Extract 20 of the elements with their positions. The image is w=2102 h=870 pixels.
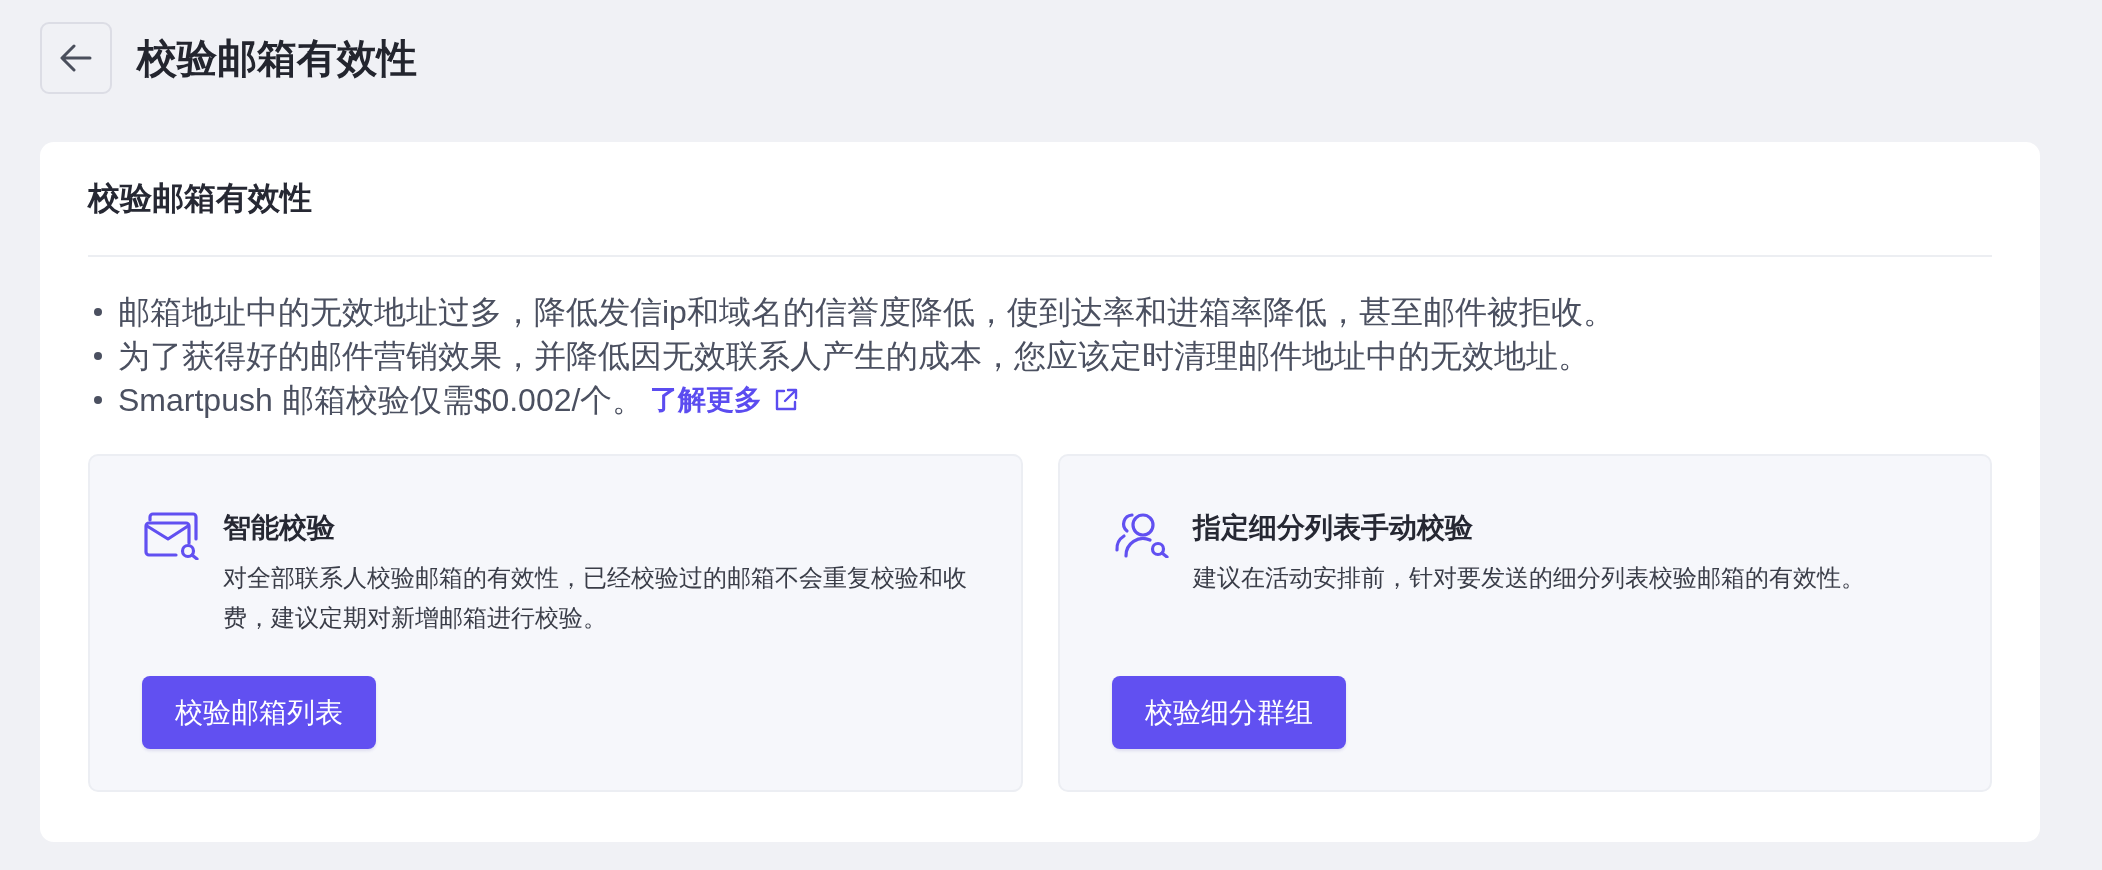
card-title: 校验邮箱有效性 xyxy=(88,179,313,218)
verify-button[interactable]: 校验邮箱列表 xyxy=(142,676,376,749)
bullet-text: 为了获得好的邮件营销效果，并降低因无效联系人产生的成本，您应该定时清理邮件地址中的无效地址。 xyxy=(118,337,1590,376)
left-arrow-icon xyxy=(60,44,92,72)
bullet-text: 邮箱地址中的无效地址过多，降低发信ip和域名的信誉度降低，使到达率和进箱率降低，甚至邮件被拒收。 xyxy=(118,293,1615,332)
learn-more-link[interactable]: 了解更多 xyxy=(650,378,799,422)
bullet-dot-icon xyxy=(94,352,102,360)
verify-button[interactable]: 校验细分群组 xyxy=(1111,676,1346,749)
bullet-dot-icon xyxy=(94,308,102,316)
back-button[interactable] xyxy=(40,22,112,94)
option-description: 建议在活动安排前，针对要发送的细分列表校验邮箱的有效性。 xyxy=(1192,563,1866,593)
option-title: 指定细分列表手动校验 xyxy=(1192,511,1474,545)
bullet-dot-icon xyxy=(94,396,102,404)
external-link-icon xyxy=(774,388,799,412)
option-description: 对全部联系人校验邮箱的有效性，已经校验过的邮箱不会重复校验和收费，建议定期对新增邮箱进行校验。 xyxy=(223,563,968,633)
envelope-search-icon xyxy=(144,512,200,560)
page-title: 校验邮箱有效性 xyxy=(137,35,417,82)
bullet-text: Smartpush 邮箱校验仅需$0.002/个。 xyxy=(118,381,645,420)
option-title: 智能校验 xyxy=(223,511,336,545)
people-search-icon xyxy=(1113,512,1170,558)
